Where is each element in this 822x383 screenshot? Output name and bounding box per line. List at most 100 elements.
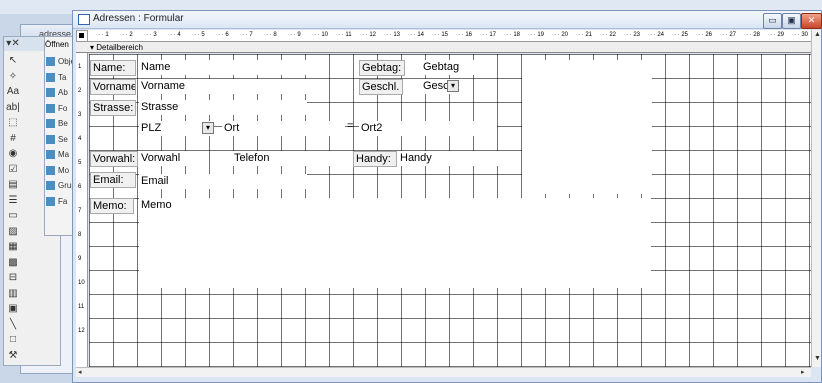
field-strasse[interactable]: Strasse	[139, 100, 307, 115]
ruler-tick-label: · · 26	[698, 32, 713, 38]
label-email[interactable]: Email:	[90, 172, 136, 188]
minimize-button[interactable]: ▭	[763, 13, 782, 29]
toolbox-menu-icon[interactable]: ▾✕	[6, 37, 20, 51]
field-handy[interactable]: Handy	[398, 151, 498, 166]
label-vorwahl[interactable]: Vorwahl:	[90, 151, 138, 167]
label-name[interactable]: Name:	[90, 60, 136, 76]
radio-icon[interactable]: ◉	[6, 147, 20, 161]
query-icon	[46, 88, 55, 98]
line-icon[interactable]: ╲	[6, 318, 20, 332]
scroll-down-icon[interactable]: ▼	[814, 355, 821, 363]
label-tool-icon[interactable]: Aa	[6, 85, 20, 99]
ruler-tick-label: · · 30	[794, 32, 809, 38]
ruler-tick-label: · · 17	[482, 32, 497, 38]
tab-control-icon[interactable]: ▥	[6, 287, 20, 301]
ruler-tick-label: · · 23	[626, 32, 641, 38]
ruler-tick-label: · · 13	[386, 32, 401, 38]
label-gebtag[interactable]: Gebtag:	[359, 60, 405, 76]
geschl-dropdown-icon[interactable]: ▾	[447, 80, 459, 92]
combobox-icon[interactable]: ▤	[6, 178, 20, 192]
ruler-tick-label: 8	[78, 232, 82, 238]
ruler-tick-label: 1	[78, 64, 82, 70]
ruler-tick-label: · · 25	[674, 32, 689, 38]
ruler-tick-label: · · 28	[746, 32, 761, 38]
image-frame[interactable]	[522, 60, 652, 194]
vertical-ruler[interactable]: 1 2 3 4 5 6 7 8 9 10 11 12	[76, 42, 88, 367]
ruler-tick-label: · · 24	[650, 32, 665, 38]
ruler-tick-label: 3	[78, 112, 82, 118]
panel-item-label: Mo	[58, 165, 70, 175]
wizard-icon[interactable]: ✧	[6, 70, 20, 84]
restore-button[interactable]: ▣	[782, 13, 801, 29]
window-title: Adressen : Formular	[93, 13, 184, 24]
label-memo[interactable]: Memo:	[90, 198, 134, 214]
macro-icon	[46, 150, 55, 160]
ruler-tick-label: · · 29	[770, 32, 785, 38]
ruler-tick-label: · · 12	[362, 32, 377, 38]
more-controls-icon[interactable]: ⚒	[6, 349, 20, 363]
scroll-right-icon[interactable]: ▸	[801, 369, 805, 377]
panel-item-label: Be	[58, 119, 68, 128]
close-button[interactable]: ✕	[801, 13, 822, 29]
ruler-tick-label: · · 19	[530, 32, 545, 38]
detail-section-bar[interactable]	[76, 42, 811, 53]
window-titlebar[interactable]	[73, 11, 821, 29]
textbox-tool-icon[interactable]: ab|	[6, 101, 20, 115]
ruler-tick-label: 4	[78, 136, 82, 142]
ruler-tick-label: · · 22	[602, 32, 617, 38]
plz-dropdown-icon[interactable]: ▾	[202, 122, 214, 134]
table-icon	[46, 72, 55, 82]
detail-section-label: ▾ Detailbereich	[90, 43, 143, 52]
objects-icon	[46, 57, 55, 67]
unbound-frame-icon[interactable]: ▦	[6, 240, 20, 254]
field-telefon[interactable]: Telefon	[232, 151, 345, 166]
field-vorname[interactable]: Vorname	[139, 79, 307, 94]
page-break-icon[interactable]: ⊟	[6, 271, 20, 285]
horizontal-ruler[interactable]: · · 1 · · 2 · · 3 · · 4 · · 5 · · 6 · · 7 · · 8…	[88, 30, 811, 42]
ruler-tick-label: · · 21	[578, 32, 593, 38]
rectangle-icon[interactable]: □	[6, 333, 20, 347]
panel-item-label: Fa	[58, 196, 68, 206]
field-vorwahl[interactable]: Vorwahl	[139, 151, 209, 166]
detail-section-text: Detailbereich	[96, 43, 143, 52]
ruler-tick-label: · · 16	[458, 32, 473, 38]
bound-frame-icon[interactable]: ▩	[6, 256, 20, 270]
horizontal-scrollbar[interactable]: ◂ ▸	[76, 367, 811, 377]
scroll-left-icon[interactable]: ◂	[78, 369, 82, 377]
field-name[interactable]: Name	[139, 60, 307, 75]
field-email[interactable]: Email	[139, 174, 307, 189]
vertical-scrollbar[interactable]: ▲ ▼	[811, 30, 821, 367]
label-strasse[interactable]: Strasse:	[90, 100, 136, 116]
form-icon	[46, 103, 55, 113]
image-icon[interactable]: ▨	[6, 225, 20, 239]
pointer-icon[interactable]: ↖	[6, 54, 20, 68]
field-gebtag[interactable]: Gebtag	[421, 60, 497, 75]
report-icon	[46, 119, 55, 129]
option-group-icon[interactable]: ⬚	[6, 116, 20, 130]
label-handy[interactable]: Handy:	[353, 151, 397, 167]
ruler-tick-label: 9	[78, 256, 82, 262]
field-memo[interactable]: Memo	[139, 198, 651, 288]
listbox-icon[interactable]: ☰	[6, 194, 20, 208]
subform-icon[interactable]: ▣	[6, 302, 20, 316]
button-tool-icon[interactable]: ▭	[6, 209, 20, 223]
toggle-icon[interactable]: #	[6, 132, 20, 146]
ruler-tick-label: · · 3	[146, 32, 157, 38]
design-grid[interactable]: Name: Vorname Strasse: Vorwahl: Email: M…	[89, 54, 811, 367]
label-geschl[interactable]: Geschl.	[359, 79, 403, 95]
panel-item-label: Se	[58, 134, 68, 144]
ruler-tick-label: · · 14	[410, 32, 425, 38]
ruler-tick-label: 11	[78, 304, 85, 310]
panel-item-label: Ab	[58, 88, 68, 97]
field-ort2[interactable]: Ort2	[359, 121, 497, 136]
field-ort[interactable]: Ort	[222, 121, 345, 136]
scroll-up-icon[interactable]: ▲	[814, 31, 821, 39]
label-vorname[interactable]: Vorname	[90, 79, 136, 95]
panel-item-label: Fo	[58, 103, 68, 113]
checkbox-icon[interactable]: ☑	[6, 163, 20, 177]
panel-item-label: Ma	[58, 150, 70, 159]
ruler-tick-label: · · 2	[122, 32, 133, 38]
ruler-tick-label: 7	[78, 208, 82, 214]
ruler-tick-label: · · 27	[722, 32, 737, 38]
ruler-tick-label: · · 20	[554, 32, 569, 38]
